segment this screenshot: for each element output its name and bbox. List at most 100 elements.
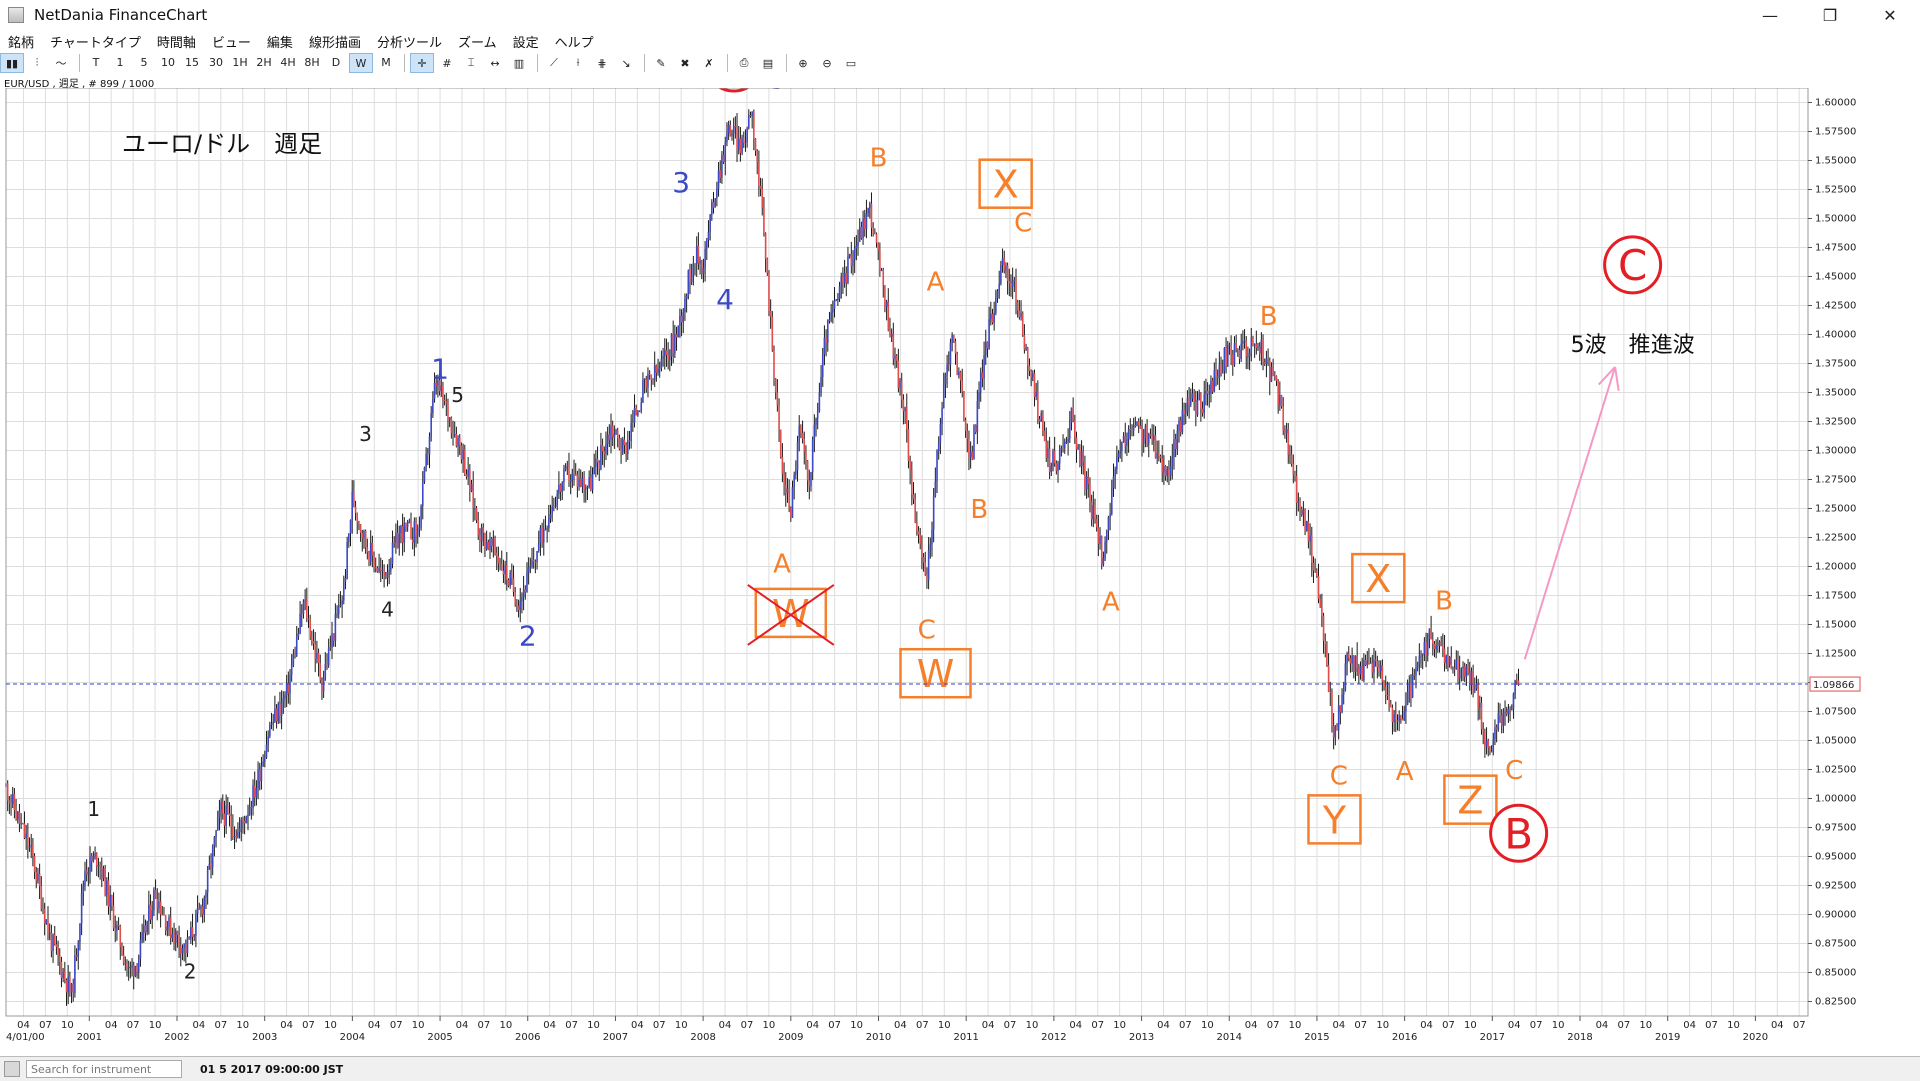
- move-icon[interactable]: ↔: [484, 54, 506, 72]
- menu-item[interactable]: 時間軸: [149, 32, 204, 51]
- candle-body: [32, 845, 34, 856]
- menu-item[interactable]: 線形描画: [301, 32, 369, 51]
- candle-body: [1082, 451, 1084, 462]
- menu-item[interactable]: 分析ツール: [369, 32, 450, 51]
- zoom-in-icon[interactable]: ⊕: [792, 54, 814, 72]
- candle-body: [15, 810, 17, 819]
- timeframe-button[interactable]: M: [375, 53, 397, 71]
- delete-all-icon[interactable]: ✗: [698, 54, 720, 72]
- candle-body: [355, 507, 357, 514]
- candle-body: [136, 966, 138, 972]
- price-chart[interactable]: ユーロ/ドル 週足1234512345BABCACABCABC5波 推進波XWX…: [0, 88, 1920, 1048]
- candle-body: [351, 492, 353, 520]
- candle-body: [1366, 661, 1368, 665]
- volume-icon[interactable]: ▥: [508, 54, 530, 72]
- candle-body: [625, 445, 627, 454]
- timeframe-button[interactable]: 30: [205, 53, 227, 71]
- close-button[interactable]: ✕: [1860, 0, 1920, 30]
- trendline-icon[interactable]: ⟋: [543, 54, 565, 72]
- ohlc-bars-icon[interactable]: ⫶: [26, 54, 48, 72]
- timeframe-button[interactable]: 10: [157, 53, 179, 71]
- candle-body: [924, 562, 926, 574]
- arrow-icon[interactable]: ↘: [615, 54, 637, 72]
- timeframe-button[interactable]: D: [325, 53, 347, 71]
- candle-body: [840, 277, 842, 287]
- print-icon[interactable]: ⎙: [733, 54, 755, 72]
- print-preview-icon[interactable]: ▤: [757, 54, 779, 72]
- maximize-button[interactable]: ❐: [1800, 0, 1860, 30]
- candlestick-chart-icon[interactable]: ▮▮: [0, 53, 24, 73]
- candle-body: [709, 215, 711, 232]
- menu-item[interactable]: チャートタイプ: [42, 32, 149, 51]
- candle-body: [1419, 656, 1421, 665]
- crosshair-icon[interactable]: ✛: [410, 53, 434, 73]
- candle-body: [207, 869, 209, 892]
- timeframe-button[interactable]: 2H: [253, 53, 275, 71]
- candle-body: [64, 972, 66, 980]
- candle-body: [1492, 739, 1494, 752]
- candle-body: [814, 425, 816, 440]
- instrument-list-icon[interactable]: [4, 1061, 20, 1077]
- candle-body: [1371, 663, 1373, 673]
- candle-body: [738, 138, 740, 149]
- candle-body: [1429, 629, 1431, 639]
- candle-body: [847, 256, 849, 282]
- candle-body: [1118, 453, 1120, 457]
- candle-body: [800, 426, 802, 433]
- candle-body: [903, 399, 905, 411]
- candle-body: [509, 573, 511, 586]
- channel-icon[interactable]: ⋕: [591, 54, 613, 72]
- menu-item[interactable]: 設定: [505, 32, 547, 51]
- timeframe-button[interactable]: 1H: [229, 53, 251, 71]
- zoom-fit-icon[interactable]: ▭: [840, 54, 862, 72]
- candle-body: [313, 641, 315, 644]
- timeframe-button[interactable]: 8H: [301, 53, 323, 71]
- grid-icon[interactable]: #: [436, 54, 458, 72]
- candle-body: [1099, 537, 1101, 545]
- candle-body: [204, 897, 206, 914]
- timeframe-button[interactable]: 1: [109, 53, 131, 71]
- menu-item[interactable]: 銘柄: [0, 32, 42, 51]
- candle-body: [477, 520, 479, 535]
- candle-body: [407, 522, 409, 527]
- candle-body: [306, 599, 308, 618]
- delete-icon[interactable]: ✖: [674, 54, 696, 72]
- candle-body: [1274, 376, 1276, 377]
- timeframe-button[interactable]: T: [85, 53, 107, 71]
- candle-body: [375, 567, 377, 568]
- candle-body: [768, 273, 770, 311]
- zoom-out-icon[interactable]: ⊖: [816, 54, 838, 72]
- candle-body: [935, 481, 937, 496]
- candle-body: [654, 365, 656, 380]
- pencil-icon[interactable]: ✎: [650, 54, 672, 72]
- candle-body: [1109, 514, 1111, 517]
- menu-item[interactable]: ヘルプ: [547, 32, 602, 51]
- candle-body: [493, 538, 495, 546]
- candle-body: [1119, 451, 1121, 454]
- minimize-button[interactable]: —: [1740, 0, 1800, 30]
- candle-body: [412, 540, 414, 543]
- menu-item[interactable]: ビュー: [204, 32, 259, 51]
- line-chart-icon[interactable]: 〜: [50, 54, 72, 72]
- search-instrument-input[interactable]: Search for instrument: [26, 1060, 182, 1078]
- cursor-icon[interactable]: ⌶: [460, 54, 482, 72]
- candle-body: [1116, 457, 1118, 469]
- timeframe-button[interactable]: 5: [133, 53, 155, 71]
- timeframe-button[interactable]: W: [349, 53, 373, 73]
- chart-area[interactable]: ユーロ/ドル 週足1234512345BABCACABCABC5波 推進波XWX…: [0, 88, 1920, 1048]
- candle-body: [1030, 371, 1032, 377]
- candle-body: [466, 474, 468, 476]
- fib-icon[interactable]: ⟊: [567, 54, 589, 72]
- timeframe-button[interactable]: 15: [181, 53, 203, 71]
- candle-body: [825, 338, 827, 343]
- candle-body: [1477, 684, 1479, 707]
- timeframe-button[interactable]: 4H: [277, 53, 299, 71]
- annotations: ユーロ/ドル 週足1234512345BABCACABCABC5波 推進波XWX…: [87, 88, 1694, 983]
- candle-body: [96, 853, 98, 866]
- candle-body: [296, 636, 298, 655]
- candle-body: [1182, 410, 1184, 432]
- candle-body: [1454, 669, 1456, 670]
- menu-item[interactable]: ズーム: [450, 32, 505, 51]
- menu-item[interactable]: 編集: [259, 32, 301, 51]
- candle-body: [1266, 359, 1268, 364]
